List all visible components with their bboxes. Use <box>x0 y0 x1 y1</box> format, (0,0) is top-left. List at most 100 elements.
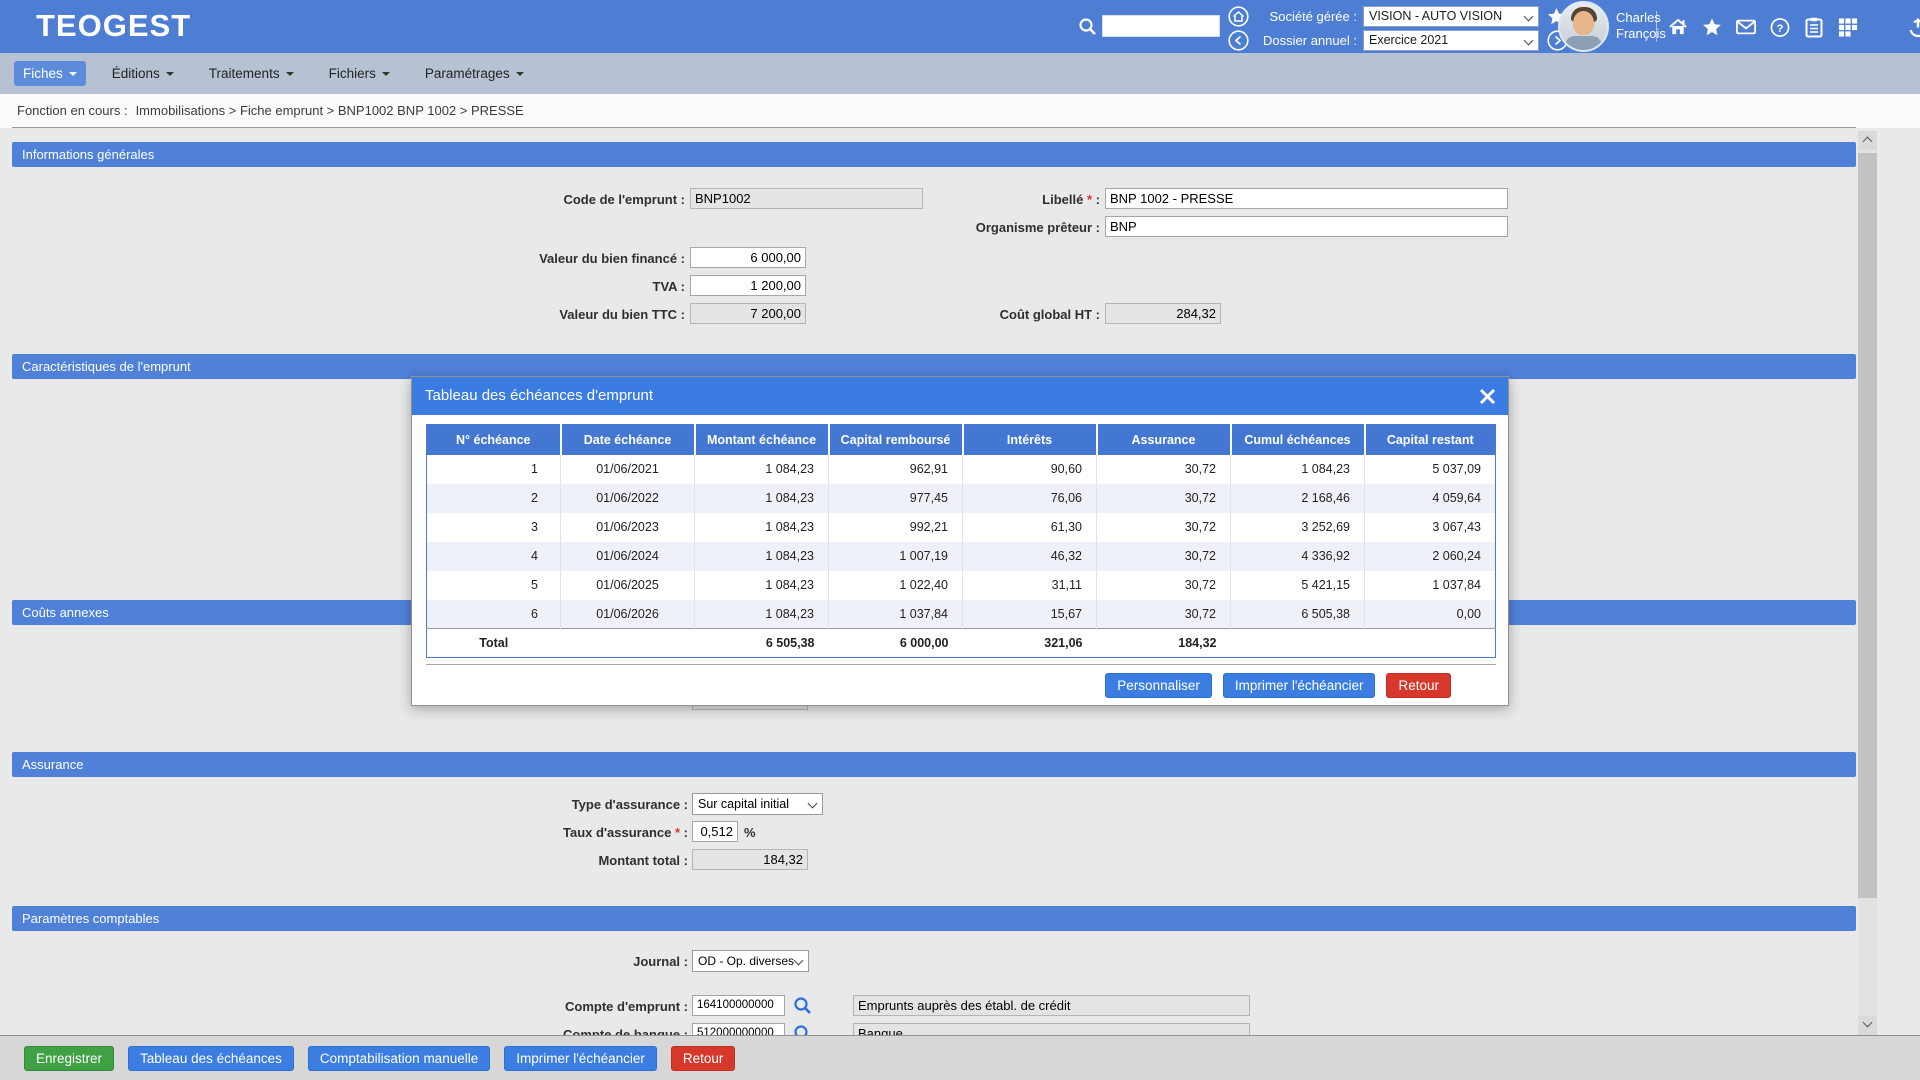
table-cell: 5 037,09 <box>1365 455 1496 484</box>
insurance-rate-field[interactable]: 0,512 <box>692 821 738 842</box>
table-row[interactable]: 601/06/20261 084,231 037,8415,6730,726 5… <box>427 600 1496 629</box>
personnaliser-button[interactable]: Personnaliser <box>1105 673 1212 698</box>
home-icon[interactable] <box>1668 17 1688 37</box>
insurance-type-select[interactable]: Sur capital initial <box>692 793 823 815</box>
vat-field[interactable]: 1 200,00 <box>690 275 806 296</box>
table-row[interactable]: 401/06/20241 084,231 007,1946,3230,724 3… <box>427 542 1496 571</box>
table-cell: 01/06/2026 <box>561 600 695 629</box>
col-header-numero: N° échéance <box>427 425 561 455</box>
enregistrer-button[interactable]: Enregistrer <box>24 1046 114 1071</box>
footer-action-bar: Enregistrer Tableau des échéances Compta… <box>0 1035 1920 1080</box>
table-cell: 1 084,23 <box>695 513 829 542</box>
lender-label: Organisme prêteur : <box>800 220 1100 235</box>
col-header-capital-restant: Capital restant <box>1365 425 1496 455</box>
table-cell: 01/06/2022 <box>561 484 695 513</box>
notes-icon[interactable] <box>1804 17 1824 37</box>
top-header: TEOGEST Société gérée : VISION - AUTO VI… <box>0 0 1920 53</box>
imprimer-echeancier-button[interactable]: Imprimer l'échéancier <box>1223 673 1376 698</box>
company-label: Société gérée : <box>1255 9 1357 24</box>
vertical-scrollbar[interactable] <box>1858 131 1877 1035</box>
table-row[interactable]: 301/06/20231 084,23992,2161,3030,723 252… <box>427 513 1496 542</box>
table-cell: 76,06 <box>963 484 1097 513</box>
table-row[interactable]: 201/06/20221 084,23977,4576,0630,722 168… <box>427 484 1496 513</box>
section-assurance: Assurance <box>12 752 1856 777</box>
table-cell: 1 007,19 <box>829 542 963 571</box>
chevron-down-icon <box>794 956 804 966</box>
insurance-total-field: 184,32 <box>692 849 808 870</box>
caret-down-icon <box>382 72 390 76</box>
apps-grid-icon[interactable] <box>1838 17 1858 37</box>
table-cell: 30,72 <box>1097 542 1231 571</box>
lender-field[interactable]: BNP <box>1105 216 1508 237</box>
loan-account-field[interactable]: 164100000000 <box>692 995 785 1016</box>
caret-down-icon <box>69 72 77 76</box>
power-icon[interactable] <box>1908 17 1920 37</box>
table-cell: 962,91 <box>829 455 963 484</box>
menu-traitements[interactable]: Traitements <box>200 61 303 86</box>
table-cell: 3 252,69 <box>1231 513 1365 542</box>
chevron-down-icon <box>808 799 818 809</box>
chevron-down-icon <box>1524 11 1534 21</box>
loan-account-name-field: Emprunts auprès des établ. de crédit <box>853 995 1250 1016</box>
tableau-echeances-button[interactable]: Tableau des échéances <box>128 1046 294 1071</box>
table-cell: 1 037,84 <box>829 600 963 629</box>
comptabilisation-manuelle-button[interactable]: Comptabilisation manuelle <box>308 1046 490 1071</box>
account-search-icon[interactable] <box>793 996 812 1015</box>
user-avatar[interactable] <box>1558 1 1609 52</box>
table-cell: 1 037,84 <box>1365 571 1496 600</box>
table-row[interactable]: 101/06/20211 084,23962,9190,6030,721 084… <box>427 455 1496 484</box>
loan-code-label: Code de l'emprunt : <box>385 192 685 207</box>
total-interets: 321,06 <box>963 629 1097 658</box>
section-informations-generales: Informations générales <box>12 142 1856 167</box>
retour-button[interactable]: Retour <box>1386 673 1451 698</box>
search-input[interactable] <box>1102 15 1220 37</box>
imprimer-echeancier-footer-button[interactable]: Imprimer l'échéancier <box>504 1046 657 1071</box>
table-cell: 61,30 <box>963 513 1097 542</box>
table-cell: 1 084,23 <box>695 484 829 513</box>
svg-text:?: ? <box>1777 22 1784 34</box>
close-icon[interactable] <box>1479 388 1496 405</box>
favorites-icon[interactable] <box>1702 17 1722 37</box>
app-logo: TEOGEST <box>36 8 191 44</box>
table-cell: 1 084,23 <box>695 600 829 629</box>
table-cell: 1 084,23 <box>695 571 829 600</box>
table-cell: 30,72 <box>1097 571 1231 600</box>
menu-parametrages[interactable]: Paramétrages <box>416 61 533 86</box>
menu-fichiers[interactable]: Fichiers <box>320 61 399 86</box>
breadcrumb-divider <box>12 127 1856 128</box>
mail-icon[interactable] <box>1736 17 1756 37</box>
menu-fiches[interactable]: Fiches <box>14 61 86 86</box>
table-cell: 46,32 <box>963 542 1097 571</box>
libelle-field[interactable]: BNP 1002 - PRESSE <box>1105 188 1508 209</box>
table-cell: 30,72 <box>1097 513 1231 542</box>
table-cell: 30,72 <box>1097 484 1231 513</box>
table-row[interactable]: 501/06/20251 084,231 022,4031,1130,725 4… <box>427 571 1496 600</box>
help-icon[interactable]: ? <box>1770 17 1790 37</box>
table-cell: 1 022,40 <box>829 571 963 600</box>
company-select[interactable]: VISION - AUTO VISION <box>1363 6 1539 27</box>
scroll-down-button[interactable] <box>1858 1016 1877 1035</box>
libelle-label: Libellé * : <box>800 192 1100 207</box>
retour-footer-button[interactable]: Retour <box>671 1046 736 1071</box>
ttc-value-field: 7 200,00 <box>690 303 806 324</box>
section-parametres-comptables: Paramètres comptables <box>12 906 1856 931</box>
table-cell: 4 336,92 <box>1231 542 1365 571</box>
table-cell: 4 <box>427 542 561 571</box>
menu-editions[interactable]: Éditions <box>103 61 183 86</box>
table-cell: 5 <box>427 571 561 600</box>
table-cell: 6 505,38 <box>1231 600 1365 629</box>
schedule-table-body: 101/06/20211 084,23962,9190,6030,721 084… <box>427 455 1496 629</box>
fiscal-year-select[interactable]: Exercice 2021 <box>1363 30 1539 51</box>
user-name: Charles François <box>1616 10 1666 42</box>
table-cell: 31,11 <box>963 571 1097 600</box>
caret-down-icon <box>516 72 524 76</box>
journal-select[interactable]: OD - Op. diverses <box>692 950 809 972</box>
breadcrumb: Fonction en cours :Immobilisations > Fic… <box>17 103 532 118</box>
scroll-up-button[interactable] <box>1858 131 1877 150</box>
financed-value-field[interactable]: 6 000,00 <box>690 247 806 268</box>
home-circle-icon[interactable] <box>1228 6 1249 27</box>
previous-year-icon[interactable] <box>1228 30 1249 51</box>
total-assurance: 184,32 <box>1097 629 1231 658</box>
scrollbar-thumb[interactable] <box>1858 153 1877 898</box>
loan-schedule-modal: Tableau des échéances d'emprunt N° échéa… <box>411 376 1509 706</box>
